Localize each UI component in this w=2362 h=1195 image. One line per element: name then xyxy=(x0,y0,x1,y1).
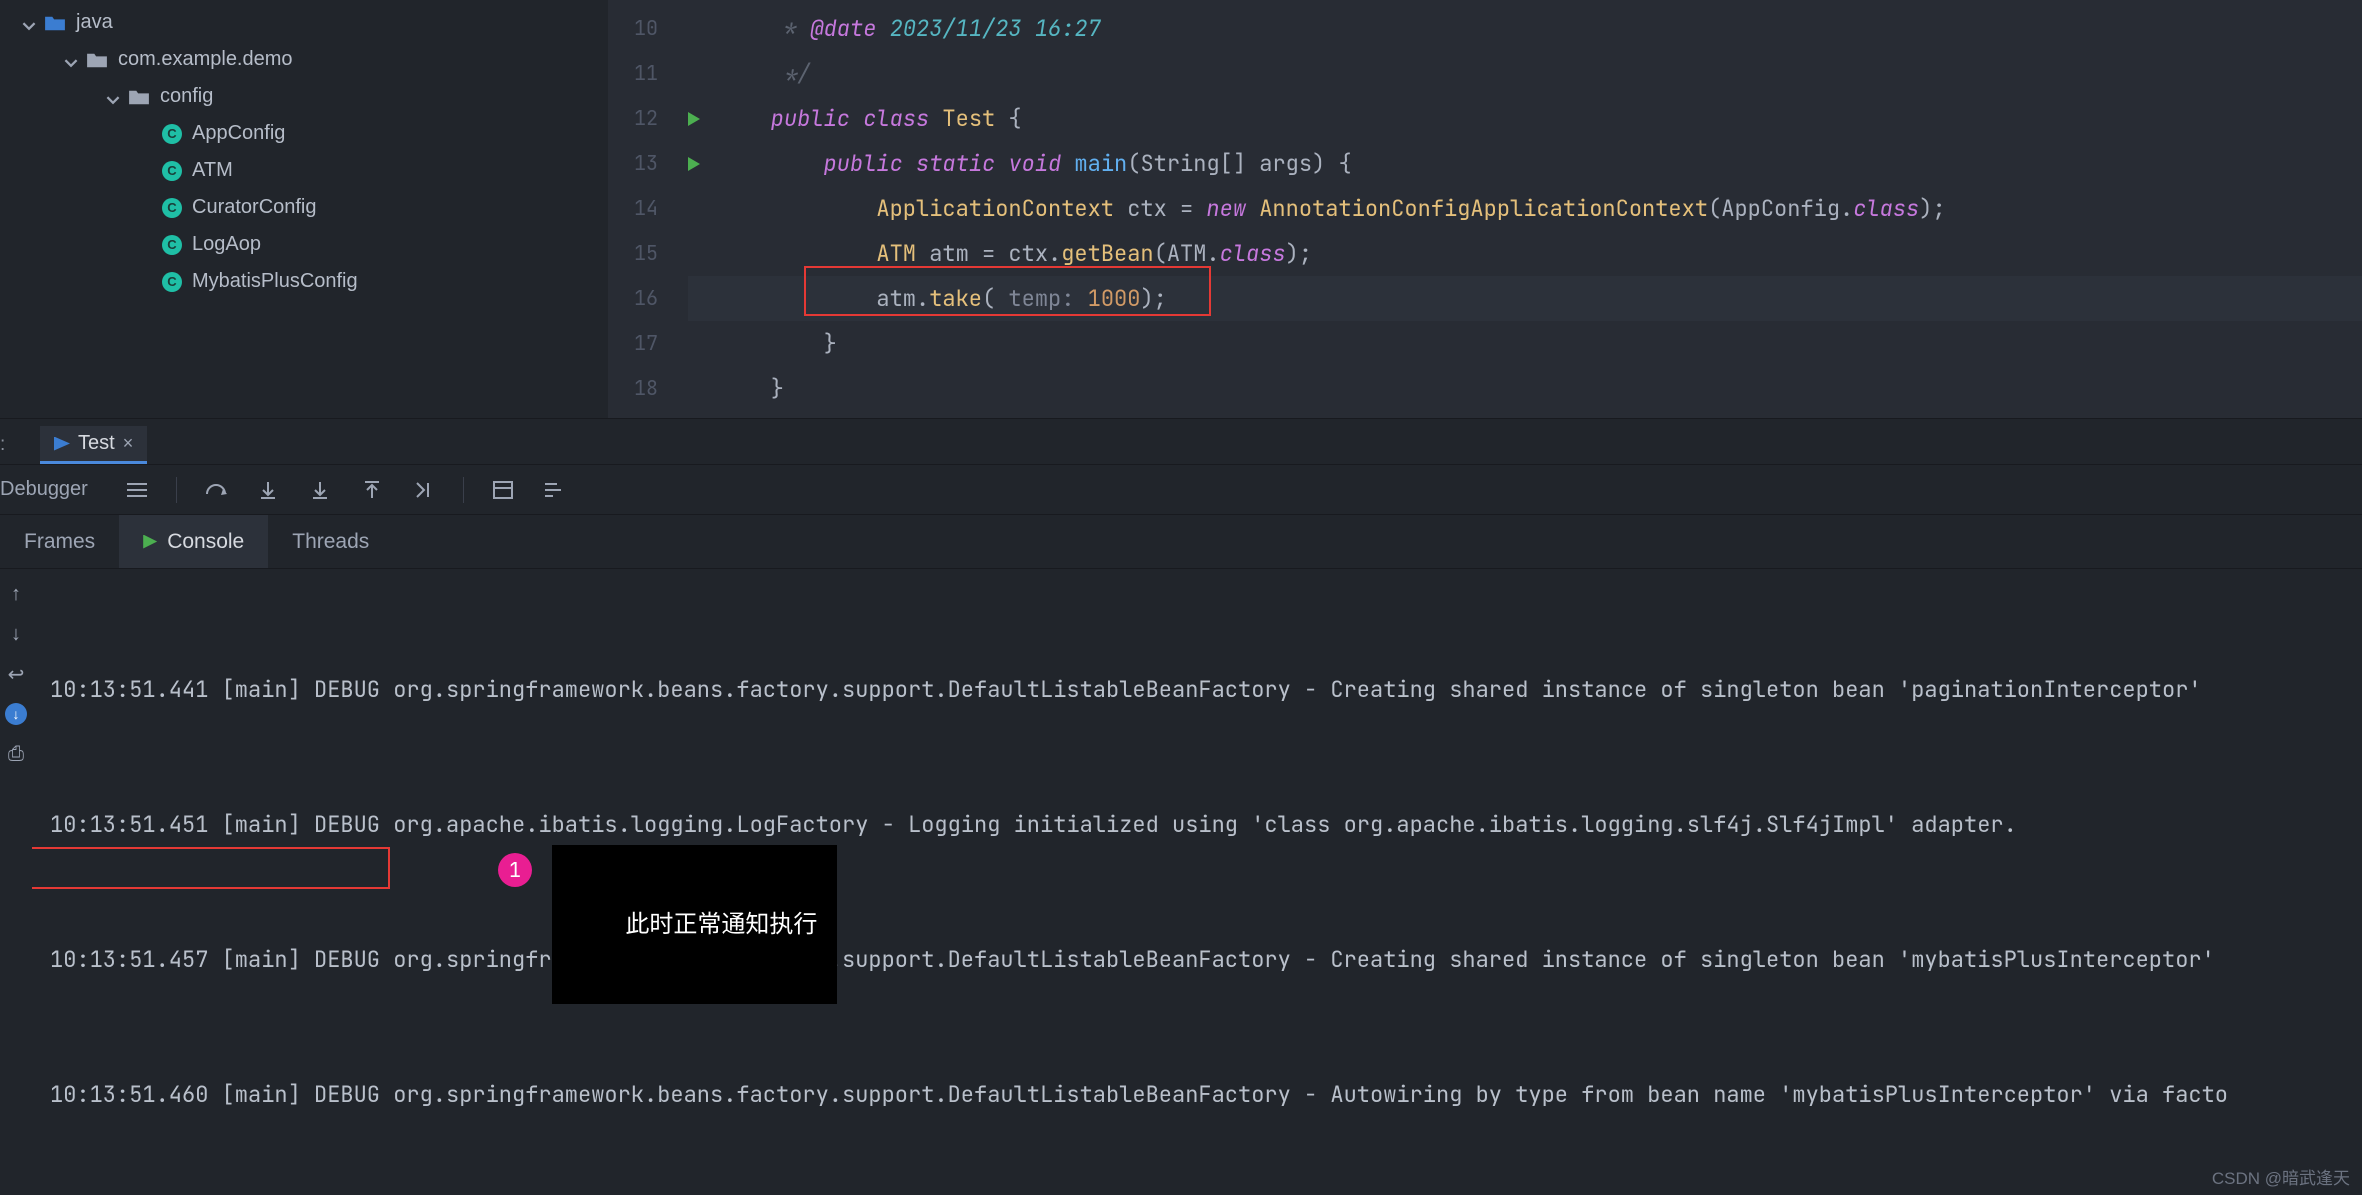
close-icon[interactable]: × xyxy=(123,433,134,454)
threads-icon[interactable] xyxy=(124,477,150,503)
tree-label: AppConfig xyxy=(192,122,285,145)
gutter: 10 11 12 13 14 15 16 17 18 xyxy=(608,0,688,418)
class-icon: C xyxy=(162,124,182,144)
soft-wrap-icon[interactable]: ↩ xyxy=(5,663,27,685)
tab-label: Threads xyxy=(292,530,369,554)
line-number: 15 xyxy=(608,231,658,276)
line-number: 16 xyxy=(608,276,658,321)
tree-label: config xyxy=(160,85,213,108)
folder-icon xyxy=(44,13,66,33)
run-to-cursor-icon[interactable] xyxy=(411,477,437,503)
annotation-text: 此时正常通知执行 xyxy=(552,845,837,1004)
console-action-bar: ↑ ↓ ↩ ↓ ⎙ xyxy=(0,569,32,1195)
line-number: 11 xyxy=(608,51,658,96)
console-line: 10:13:51.460 [main] DEBUG org.springfram… xyxy=(50,1072,2362,1117)
debugger-label: Debugger xyxy=(0,478,88,501)
console-line: 10:13:51.457 [main] DEBUG org.springfram… xyxy=(50,937,2362,982)
tree-class-curatorconfig[interactable]: C CuratorConfig xyxy=(0,189,608,226)
tree-class-mybatisplusconfig[interactable]: C MybatisPlusConfig xyxy=(0,263,608,300)
step-over-icon[interactable] xyxy=(203,477,229,503)
tree-folder-pkg[interactable]: com.example.demo xyxy=(0,41,608,78)
debug-tool-window: : Test × Debugger Frames Console Threads xyxy=(0,418,2362,1195)
code-editor[interactable]: 10 11 12 13 14 15 16 17 18 * @date 2023/… xyxy=(608,0,2362,418)
separator xyxy=(463,477,464,503)
highlight-box xyxy=(32,847,390,889)
print-icon[interactable]: ⎙ xyxy=(5,743,27,765)
tab-console[interactable]: Console xyxy=(119,515,268,568)
tree-label: com.example.demo xyxy=(118,48,293,71)
line-number: 14 xyxy=(608,186,658,231)
tree-label: java xyxy=(76,11,113,34)
line-number: 18 xyxy=(608,366,658,411)
tree-label: CuratorConfig xyxy=(192,196,317,219)
tree-folder-config[interactable]: config xyxy=(0,78,608,115)
tree-label: LogAop xyxy=(192,233,261,256)
line-number: 10 xyxy=(608,6,658,51)
watermark: CSDN @暗武逢天 xyxy=(2212,1164,2350,1189)
application-icon xyxy=(54,437,70,451)
evaluate-icon[interactable] xyxy=(490,477,516,503)
folder-icon xyxy=(86,50,108,70)
tool-window-tabs: : Test × xyxy=(0,419,2362,465)
tab-label: Frames xyxy=(24,530,95,554)
scroll-to-end-icon[interactable]: ↓ xyxy=(5,703,27,725)
tree-folder-java[interactable]: java xyxy=(0,4,608,41)
play-icon xyxy=(143,535,157,549)
run-config-tab-test[interactable]: Test × xyxy=(40,426,147,464)
annotation-number: 1 xyxy=(509,848,521,893)
step-out-icon[interactable] xyxy=(359,477,385,503)
tab-label: Console xyxy=(167,530,244,554)
chevron-down-icon xyxy=(64,53,78,67)
chevron-down-icon xyxy=(106,90,120,104)
console-line: 10:13:51.441 [main] DEBUG org.springfram… xyxy=(50,667,2362,712)
run-config-name: Test xyxy=(78,432,115,455)
tree-label: ATM xyxy=(192,159,233,182)
line-number: 12 xyxy=(608,96,658,141)
tree-label: MybatisPlusConfig xyxy=(192,270,358,293)
force-step-into-icon[interactable] xyxy=(307,477,333,503)
class-icon: C xyxy=(162,272,182,292)
class-icon: C xyxy=(162,235,182,255)
tab-frames[interactable]: Frames xyxy=(0,515,119,568)
tool-window-label: : xyxy=(0,434,5,456)
tree-class-logaop[interactable]: C LogAop xyxy=(0,226,608,263)
line-number: 13 xyxy=(608,141,658,186)
tree-class-appconfig[interactable]: C AppConfig xyxy=(0,115,608,152)
class-icon: C xyxy=(162,161,182,181)
step-into-icon[interactable] xyxy=(255,477,281,503)
folder-icon xyxy=(128,87,150,107)
separator xyxy=(176,477,177,503)
console-output[interactable]: 10:13:51.441 [main] DEBUG org.springfram… xyxy=(32,569,2362,1195)
line-number: 17 xyxy=(608,321,658,366)
debug-inner-tabs: Frames Console Threads xyxy=(0,515,2362,569)
scroll-down-icon[interactable]: ↓ xyxy=(5,623,27,645)
class-icon: C xyxy=(162,198,182,218)
chevron-down-icon xyxy=(22,16,36,30)
tree-class-atm[interactable]: C ATM xyxy=(0,152,608,189)
scroll-up-icon[interactable]: ↑ xyxy=(5,583,27,605)
debug-toolbar: Debugger xyxy=(0,465,2362,515)
trace-icon[interactable] xyxy=(542,477,568,503)
code-area[interactable]: * @date 2023/11/23 16:27 */ public class… xyxy=(688,0,2362,418)
tab-threads[interactable]: Threads xyxy=(268,515,393,568)
console-line: 10:13:51.451 [main] DEBUG org.apache.iba… xyxy=(50,802,2362,847)
annotation-badge: 1 xyxy=(498,853,532,887)
project-tree: java com.example.demo config C AppConfig xyxy=(0,0,608,418)
